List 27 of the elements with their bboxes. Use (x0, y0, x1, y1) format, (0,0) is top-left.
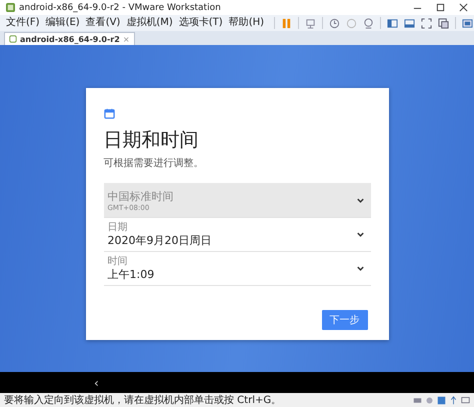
menu-item[interactable]: 选项卡(T) (176, 16, 225, 30)
chevron-down-icon[interactable] (356, 264, 364, 273)
menu-item[interactable]: 编辑(E) (44, 16, 82, 30)
menu-item[interactable]: 查看(V) (84, 16, 122, 30)
status-text: 要将输入定向到该虚拟机，请在虚拟机内部单击或按 Ctrl+G。 (4, 394, 282, 407)
console-icon[interactable] (404, 18, 416, 28)
maximize-icon[interactable] (436, 3, 445, 12)
computer-icon[interactable] (305, 18, 316, 28)
close-icon[interactable] (459, 3, 468, 12)
vm-icon (9, 35, 17, 43)
chevron-down-icon[interactable] (356, 230, 364, 239)
picker-field[interactable]: 日期 2020年9月20日周日 (104, 218, 370, 252)
picker-field[interactable]: 时间 上午1:09 (104, 252, 370, 286)
back-button[interactable]: ‹ (94, 376, 99, 390)
sidebar-icon[interactable] (387, 18, 398, 28)
app-icon (6, 3, 15, 12)
vm-tab[interactable]: android-x86_64-9.0-r2 × (4, 32, 135, 45)
calendar-icon (104, 108, 114, 119)
window-title: android-x86_64-9.0-r2 - VMware Workstation (19, 2, 222, 12)
menu-item[interactable]: 帮助(H) (226, 16, 266, 30)
menu-item[interactable]: 虚拟机(M) (124, 16, 175, 30)
menu-item[interactable]: 文件(F) (4, 16, 42, 30)
snapshot-icon[interactable] (329, 18, 340, 28)
fullscreen-icon[interactable] (421, 18, 432, 28)
next-button[interactable]: 下一步 (322, 310, 368, 330)
page-subtitle: 可根据需要进行调整。 (104, 156, 204, 170)
page-title: 日期和时间 (104, 128, 200, 153)
